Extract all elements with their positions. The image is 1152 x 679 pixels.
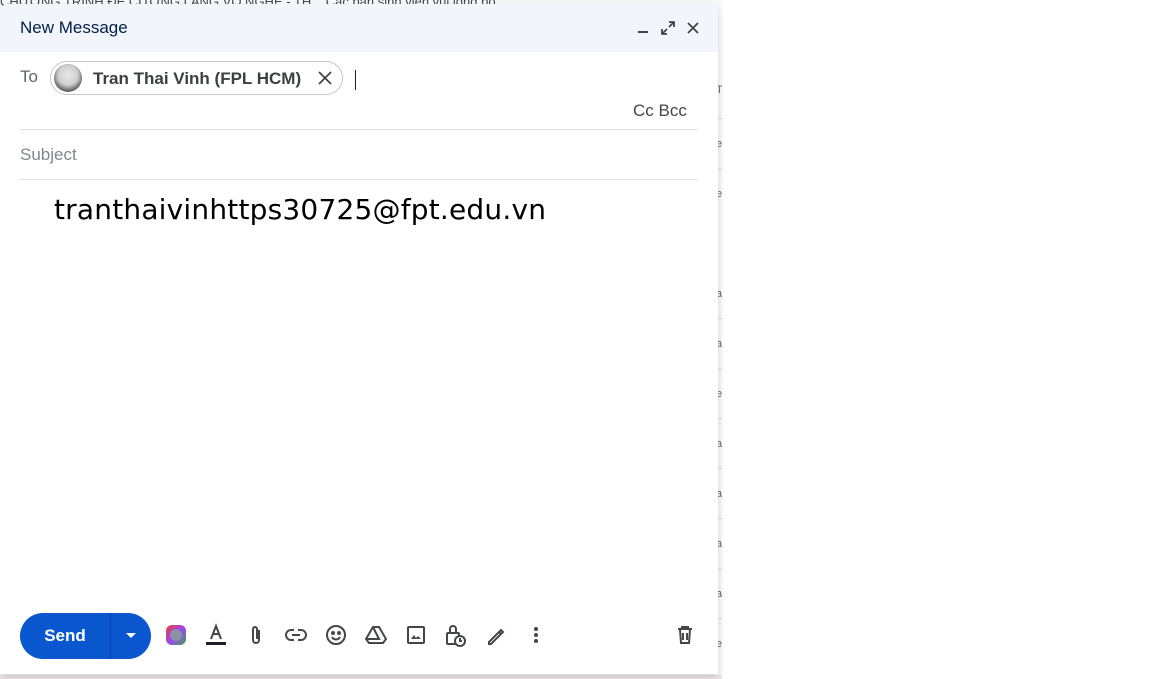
remove-recipient-icon[interactable] [315, 68, 335, 88]
discard-draft-icon[interactable] [673, 623, 697, 647]
compose-window: New Message To Tran Thai Vinh (FPL HCM) … [0, 4, 718, 674]
bcc-link[interactable]: Bcc [659, 101, 687, 120]
to-label: To [20, 67, 38, 86]
send-button[interactable]: Send [20, 613, 110, 659]
insert-drive-icon[interactable] [364, 623, 388, 647]
recipients-divider [20, 129, 698, 130]
recipient-chip[interactable]: Tran Thai Vinh (FPL HCM) [50, 61, 343, 95]
formatting-options-icon[interactable] [204, 623, 228, 647]
avatar [54, 64, 82, 92]
recipients-input[interactable] [355, 70, 356, 90]
minimize-icon[interactable] [633, 18, 653, 38]
insert-photo-icon[interactable] [404, 623, 428, 647]
recipient-name: Tran Thai Vinh (FPL HCM) [93, 69, 302, 88]
confidential-mode-icon[interactable] [444, 623, 468, 647]
cc-link[interactable]: Cc [633, 101, 654, 120]
attach-file-icon[interactable] [244, 623, 268, 647]
schedule-send-dropdown[interactable] [111, 613, 151, 659]
insert-emoji-icon[interactable] [324, 623, 348, 647]
gemini-icon[interactable] [164, 623, 188, 647]
send-button-group: Send [20, 613, 151, 659]
compose-header: New Message [0, 4, 718, 52]
compose-title: New Message [20, 18, 128, 37]
subject-input[interactable]: Subject [20, 145, 77, 165]
insert-link-icon[interactable] [284, 623, 308, 647]
inbox-bottom-strip [0, 675, 722, 679]
signature-icon[interactable] [484, 623, 508, 647]
more-options-icon[interactable] [524, 623, 548, 647]
message-body[interactable]: tranthaivinhttps30725@fpt.edu.vn [54, 193, 546, 226]
cc-bcc-links: Cc Bcc [633, 101, 687, 121]
chevron-down-icon [126, 633, 136, 638]
subject-divider [20, 179, 698, 180]
close-icon[interactable] [683, 18, 703, 38]
popout-icon[interactable] [658, 18, 678, 38]
